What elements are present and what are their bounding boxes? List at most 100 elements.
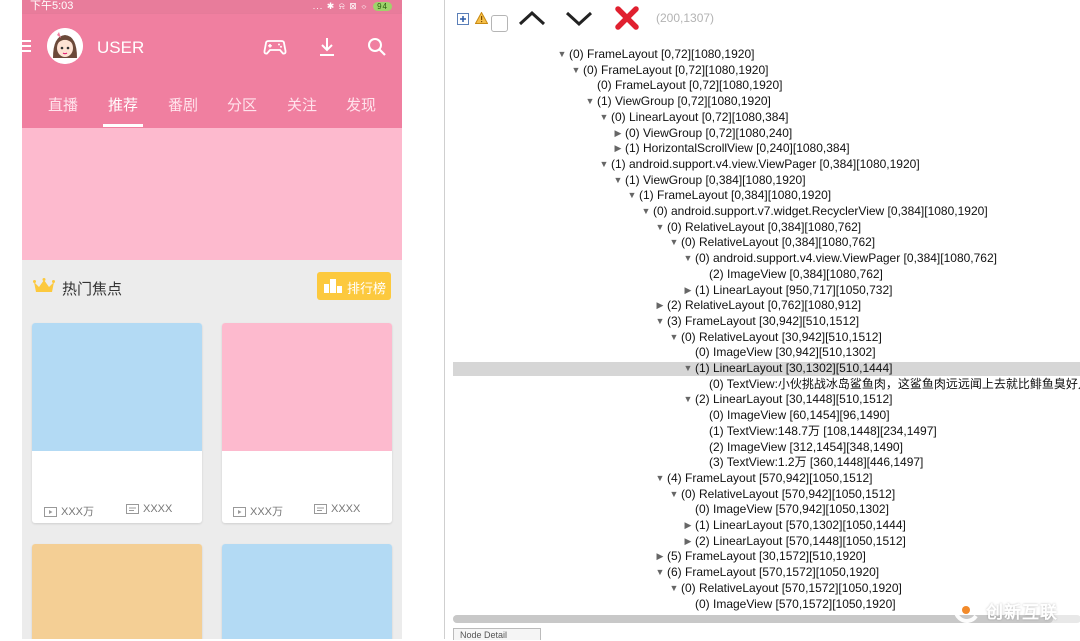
play-count: XXX万 xyxy=(233,503,283,520)
tree-node-label: (2) LinearLayout [570,1448][1050,1512] xyxy=(695,533,906,548)
play-icon xyxy=(44,507,57,520)
collapsed-triangle-icon[interactable]: ▶ xyxy=(613,140,623,156)
tab-bangumi[interactable]: 番剧 xyxy=(158,94,208,115)
menu-icon[interactable] xyxy=(22,40,31,53)
collapsed-triangle-icon[interactable]: ▶ xyxy=(613,125,623,141)
tree-node-label: (0) FrameLayout [0,72][1080,1920] xyxy=(569,47,755,61)
expanded-triangle-icon[interactable]: ▼ xyxy=(669,580,679,596)
tree-node-label: (1) android.support.v4.view.ViewPager [0… xyxy=(611,156,920,171)
expanded-triangle-icon[interactable]: ▼ xyxy=(613,172,623,188)
tab-recommend[interactable]: 推荐 xyxy=(98,94,148,115)
tree-node-label: (0) RelativeLayout [30,942][510,1512] xyxy=(681,329,882,344)
expanded-triangle-icon[interactable]: ▼ xyxy=(655,470,665,486)
expanded-triangle-icon[interactable]: ▼ xyxy=(655,313,665,329)
watermark-logo: 创新互联 xyxy=(948,594,1078,626)
tree-node-label: (1) HorizontalScrollView [0,240][1080,38… xyxy=(625,141,850,156)
status-icons-glyphs: ... ✱ ⍾ ⊠ ⌔ xyxy=(312,1,368,11)
tab-discover[interactable]: 发现 xyxy=(336,94,386,115)
expanded-triangle-icon[interactable]: ▼ xyxy=(599,156,609,172)
tab-partition[interactable]: 分区 xyxy=(217,94,267,115)
app-bar: USER 直播 推荐 番剧 分区 关注 发现 xyxy=(22,14,402,128)
battery-icon: 94 xyxy=(373,2,392,11)
video-card[interactable]: XXX万 XXXX xyxy=(222,323,392,523)
tree-node-label: (2) ImageView [0,384][1080,762] xyxy=(709,266,883,281)
tree-node-label: (1) FrameLayout [0,384][1080,1920] xyxy=(639,188,832,203)
hot-focus-header: 热门焦点 排行榜 xyxy=(22,260,402,310)
comment-icon xyxy=(126,504,139,517)
tree-node-label: (1) ViewGroup [0,384][1080,1920] xyxy=(625,172,806,187)
watermark-icon xyxy=(953,597,978,623)
collapsed-triangle-icon[interactable]: ▶ xyxy=(683,533,693,549)
video-card[interactable] xyxy=(222,544,392,639)
video-card[interactable]: XXX万 XXXX xyxy=(32,323,202,523)
collapsed-triangle-icon[interactable]: ▶ xyxy=(683,517,693,533)
close-icon[interactable] xyxy=(613,4,641,37)
tree-node-label: (4) FrameLayout [570,942][1050,1512] xyxy=(667,470,873,485)
play-count: XXX万 xyxy=(44,503,94,520)
tree-node-label: (5) FrameLayout [30,1572][510,1920] xyxy=(667,549,866,564)
comment-count: XXXX xyxy=(126,503,172,517)
expanded-triangle-icon[interactable]: ▼ xyxy=(683,250,693,266)
play-count-value: XXX万 xyxy=(250,506,284,518)
node-detail-tab[interactable]: Node Detail xyxy=(453,628,541,640)
video-thumbnail xyxy=(222,323,392,451)
tree-node-label: (6) FrameLayout [570,1572][1050,1920] xyxy=(667,565,880,580)
ranking-button[interactable]: 排行榜 xyxy=(317,272,391,300)
expanded-triangle-icon[interactable]: ▼ xyxy=(571,62,581,78)
tree-node-label: (0) RelativeLayout [570,942][1050,1512] xyxy=(681,486,896,501)
watermark-text: 创新互联 xyxy=(986,603,1058,622)
warning-icon[interactable] xyxy=(474,11,489,29)
video-card[interactable] xyxy=(32,544,202,639)
chevron-up-icon[interactable] xyxy=(517,8,547,33)
tree-node-label: (2) LinearLayout [30,1448][510,1512] xyxy=(695,392,893,407)
download-icon[interactable] xyxy=(314,34,340,60)
tree-node-label: (0) RelativeLayout [0,384][1080,762] xyxy=(667,219,862,234)
comment-count-value: XXXX xyxy=(143,503,173,515)
collapsed-triangle-icon[interactable]: ▶ xyxy=(683,282,693,298)
avatar[interactable] xyxy=(47,28,83,64)
section-title: 热门焦点 xyxy=(62,281,123,298)
tree-node-label: (1) TextView:148.7万 [108,1448][234,1497] xyxy=(709,423,937,438)
status-icons: ... ✱ ⍾ ⊠ ⌔ 94 xyxy=(313,0,392,13)
tab-live[interactable]: 直播 xyxy=(38,94,88,115)
tree-node-label: (0) TextView:小伙挑战冰岛鲨鱼肉，这鲨鱼肉远远闻上去就比鲱鱼臭好几倍 xyxy=(709,376,1080,391)
tree-node-label: (0) FrameLayout [0,72][1080,1920] xyxy=(597,78,783,93)
tree-node-label: (1) LinearLayout [950,717][1050,732] xyxy=(695,282,893,297)
expanded-triangle-icon[interactable]: ▼ xyxy=(655,219,665,235)
expanded-triangle-icon[interactable]: ▼ xyxy=(669,329,679,345)
expanded-triangle-icon[interactable]: ▼ xyxy=(627,187,637,203)
viewer-toolbar: (200,1307) xyxy=(445,0,1080,40)
play-icon xyxy=(233,507,246,520)
game-controller-icon[interactable] xyxy=(262,34,288,60)
expanded-triangle-icon[interactable]: ▼ xyxy=(655,564,665,580)
tab-follow[interactable]: 关注 xyxy=(277,94,327,115)
filter-checkbox[interactable] xyxy=(491,15,508,32)
expanded-triangle-icon[interactable]: ▼ xyxy=(585,93,595,109)
tree-node-label: (0) RelativeLayout [0,384][1080,762] xyxy=(681,235,876,250)
tree-node-label: (0) ImageView [30,942][510,1302] xyxy=(695,345,876,360)
collapsed-triangle-icon[interactable]: ▶ xyxy=(655,548,665,564)
tree-node-label: (0) ImageView [570,1572][1050,1920] xyxy=(695,596,896,611)
comment-icon xyxy=(314,504,327,517)
banner-carousel[interactable] xyxy=(22,128,402,260)
expanded-triangle-icon[interactable]: ▼ xyxy=(599,109,609,125)
active-tab-indicator xyxy=(103,124,143,127)
category-tabs: 直播 推荐 番剧 分区 关注 发现 xyxy=(22,90,402,126)
status-bar: 下午5:03 ... ✱ ⍾ ⊠ ⌔ 94 xyxy=(22,0,402,14)
expanded-triangle-icon[interactable]: ▼ xyxy=(669,234,679,250)
expanded-triangle-icon[interactable]: ▼ xyxy=(641,203,651,219)
tree-node-label: (1) LinearLayout [570,1302][1050,1444] xyxy=(695,518,906,532)
tree-node-label: (0) FrameLayout [0,72][1080,1920] xyxy=(583,62,769,77)
expanded-triangle-icon[interactable]: ▼ xyxy=(683,391,693,407)
chevron-down-icon[interactable] xyxy=(564,8,594,33)
search-icon[interactable] xyxy=(364,34,390,60)
comment-count: XXXX xyxy=(314,503,360,517)
expand-all-icon[interactable] xyxy=(457,12,469,30)
expanded-triangle-icon[interactable]: ▼ xyxy=(683,360,693,376)
status-time: 下午5:03 xyxy=(30,0,74,12)
collapsed-triangle-icon[interactable]: ▶ xyxy=(655,297,665,313)
expanded-triangle-icon[interactable]: ▼ xyxy=(557,46,567,62)
tree-node-label: (2) RelativeLayout [0,762][1080,912] xyxy=(667,298,862,313)
comment-count-value: XXXX xyxy=(331,503,361,515)
expanded-triangle-icon[interactable]: ▼ xyxy=(669,486,679,502)
